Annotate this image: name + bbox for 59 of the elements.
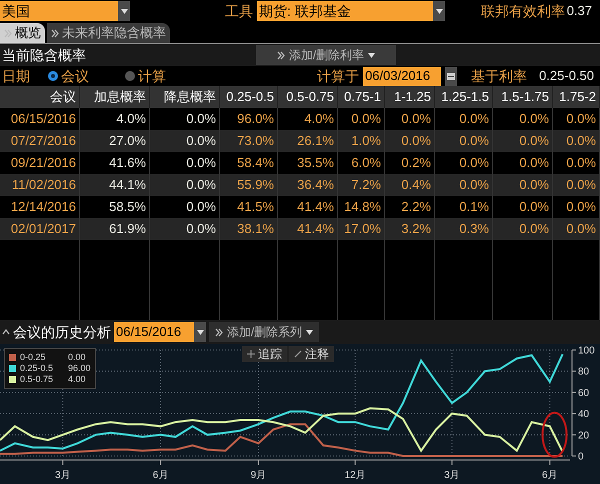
instrument-field[interactable]: 期货: 联邦基金: [257, 1, 433, 21]
table-cell: 61.9%: [80, 218, 150, 240]
x-tick-label: 12月: [344, 470, 366, 481]
x-tick-label: 3月: [444, 470, 460, 481]
base-rate-value: 0.25-0.50: [539, 67, 594, 86]
x-tick-label: 3月: [54, 470, 71, 481]
country-field[interactable]: 美国: [0, 1, 118, 21]
meeting-date-field[interactable]: 06/15/2016: [114, 322, 194, 342]
effective-rate-label: 联邦有效利率: [481, 2, 565, 20]
legend-label: 0-0.25: [20, 352, 47, 363]
legend-label: 0.25-0.5: [20, 363, 54, 374]
legend-value: 96.00: [68, 363, 91, 374]
calc-date-field[interactable]: 06/03/2016: [363, 66, 442, 86]
y-tick-label: 0: [578, 452, 584, 462]
table-cell: 0.3%: [435, 218, 493, 240]
y-tick-label: 20: [578, 430, 590, 442]
y-tick-label: 40: [578, 409, 590, 420]
collapse-icon[interactable]: [2, 328, 10, 336]
pencil-icon: [294, 350, 302, 358]
section-title: 当前隐含概率: [2, 46, 86, 64]
radio-button[interactable]: [48, 71, 58, 81]
chart-tool-button[interactable]: 追踪: [242, 346, 287, 362]
add-remove-rate-button[interactable]: 添加/删除利率: [256, 45, 396, 65]
caret-icon: [368, 52, 376, 58]
legend-value: 4.00: [68, 374, 86, 385]
date-label: 日期: [2, 66, 30, 86]
radio-label: 会议: [61, 66, 89, 86]
crosshair-icon: [247, 350, 255, 358]
y-tick-label: 60: [578, 388, 590, 399]
table-cell: 02/01/2017: [0, 218, 80, 240]
chevron-icon: [276, 50, 285, 60]
caret-icon: [306, 330, 314, 334]
instrument-label: 工具: [225, 2, 253, 20]
table-cell: 17.0%: [338, 218, 385, 240]
x-tick-label: 6月: [542, 470, 558, 481]
add-remove-series-button[interactable]: 添加/删除系列: [209, 322, 319, 342]
y-tick-label: 100: [578, 346, 595, 356]
y-tick-label: 80: [578, 366, 590, 378]
effective-rate-value: 0.37: [566, 2, 592, 20]
table-cell: 0.0%: [553, 218, 600, 240]
calc-date-label: 计算于: [317, 66, 360, 86]
base-rate-label: 基于利率: [471, 66, 528, 86]
table-cell: 3.2%: [385, 218, 435, 240]
legend-label: 0.5-0.75: [20, 374, 54, 385]
x-tick-label: 9月: [250, 470, 266, 481]
tab[interactable]: 概览: [0, 23, 45, 43]
history-title: 会议的历史分析: [13, 322, 111, 342]
chevron-icon: [51, 28, 59, 38]
table-cell: 0.0%: [493, 218, 553, 240]
tab[interactable]: 未来利率隐含概率: [47, 23, 170, 43]
table-cell: 41.4%: [278, 218, 338, 240]
chart-tool-button[interactable]: 注释: [289, 346, 334, 362]
radio-label: 计算: [138, 66, 166, 86]
x-tick-label: 6月: [152, 470, 168, 481]
table-cell: 0.0%: [150, 218, 220, 240]
radio-button[interactable]: [125, 71, 135, 81]
table-cell: 38.1%: [220, 218, 278, 240]
chevron-icon: [214, 328, 223, 336]
legend-value: 0.00: [68, 352, 86, 363]
